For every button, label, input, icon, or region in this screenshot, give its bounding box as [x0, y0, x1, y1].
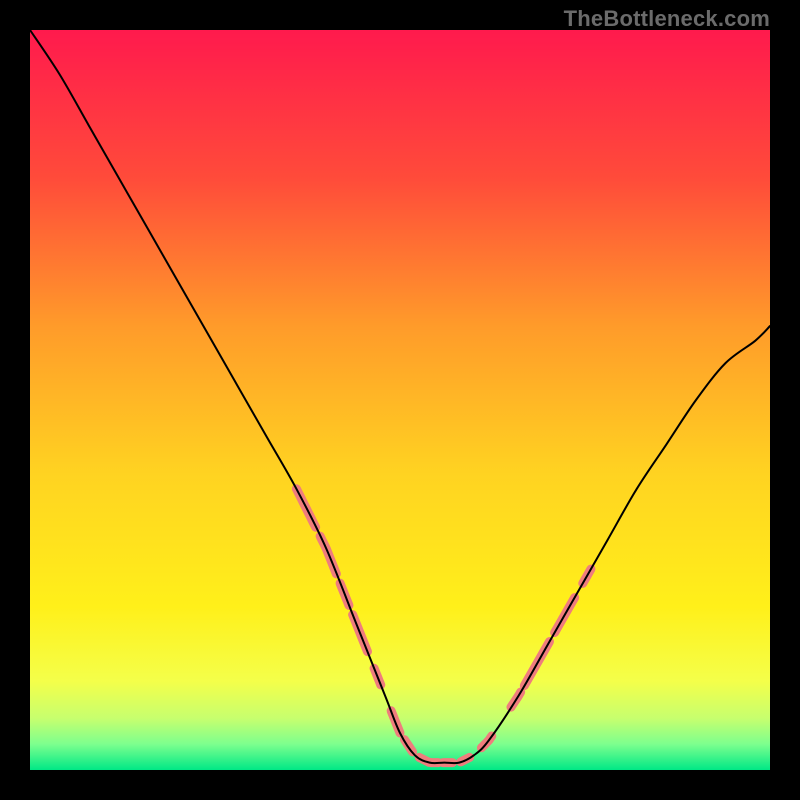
- bottleneck-chart: [30, 30, 770, 770]
- chart-frame: TheBottleneck.com: [0, 0, 800, 800]
- gradient-background: [30, 30, 770, 770]
- plot-area: [30, 30, 770, 770]
- watermark-text: TheBottleneck.com: [564, 6, 770, 32]
